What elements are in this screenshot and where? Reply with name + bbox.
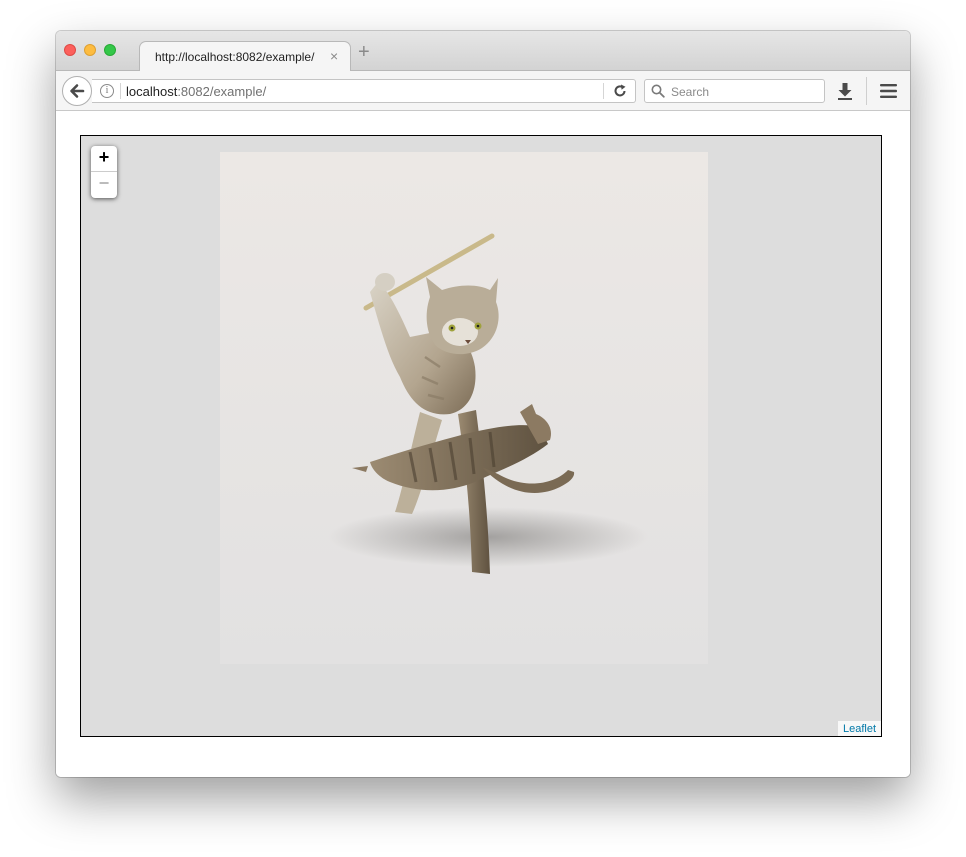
toolbar-separator <box>866 77 867 105</box>
tab-title: http://localhost:8082/example/ <box>155 50 315 64</box>
url-text[interactable]: localhost:8082/example/ <box>126 84 266 99</box>
search-icon <box>651 84 665 98</box>
zoom-out-button[interactable]: − <box>91 172 117 198</box>
navigation-toolbar: i localhost:8082/example/ Search <box>56 71 910 111</box>
url-path: :8082/example/ <box>177 84 267 99</box>
reload-separator <box>603 83 604 99</box>
back-button[interactable] <box>62 76 92 106</box>
search-box[interactable]: Search <box>644 79 825 103</box>
map-container[interactable]: + − Leaflet <box>80 135 882 737</box>
window-close-button[interactable] <box>64 44 76 56</box>
download-icon[interactable] <box>837 82 853 100</box>
url-host: localhost <box>126 84 178 99</box>
zoom-control: + − <box>91 146 117 198</box>
browser-window: http://localhost:8082/example/ × + i loc… <box>56 31 910 777</box>
attribution-link[interactable]: Leaflet <box>837 721 881 736</box>
cat-figurine-image[interactable] <box>220 152 708 664</box>
search-placeholder: Search <box>671 85 710 99</box>
browser-tab[interactable]: http://localhost:8082/example/ × <box>139 41 351 72</box>
new-tab-button[interactable]: + <box>358 42 370 62</box>
reload-icon[interactable] <box>612 83 628 99</box>
zoom-in-button[interactable]: + <box>91 146 117 172</box>
tab-bar: http://localhost:8082/example/ × + <box>56 31 910 72</box>
info-icon[interactable]: i <box>100 84 114 98</box>
back-arrow-icon <box>70 84 85 98</box>
page-content: + − Leaflet <box>56 111 910 777</box>
window-maximize-button[interactable] <box>104 44 116 56</box>
hamburger-menu-icon[interactable] <box>880 84 897 98</box>
window-minimize-button[interactable] <box>84 44 96 56</box>
address-bar[interactable]: i localhost:8082/example/ <box>92 79 636 103</box>
tab-close-icon[interactable]: × <box>330 48 338 64</box>
url-separator <box>120 83 121 99</box>
